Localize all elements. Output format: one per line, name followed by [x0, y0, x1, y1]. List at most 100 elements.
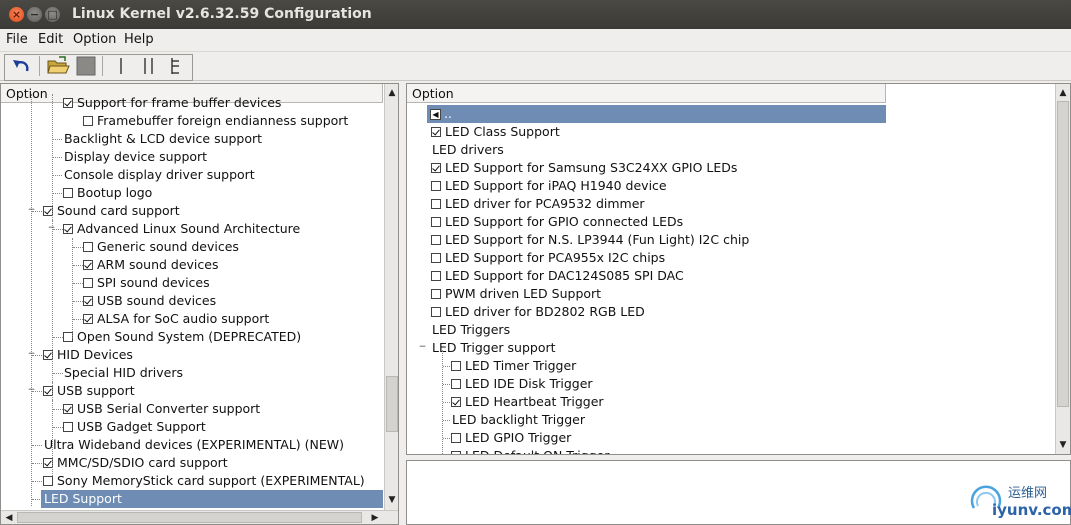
vertical-scrollbar[interactable]: ▲ ▼ — [1055, 84, 1070, 454]
checkbox[interactable] — [451, 379, 461, 389]
tree-row[interactable]: LED driver for BD2802 RGB LED — [407, 303, 787, 321]
tree-row[interactable]: LED Support — [1, 490, 383, 508]
collapse-icon[interactable]: − — [418, 343, 427, 352]
checkbox[interactable] — [431, 307, 441, 317]
save-icon[interactable] — [74, 55, 98, 77]
tree-row[interactable]: LED Support for GPIO connected LEDs — [407, 213, 787, 231]
tree-row[interactable]: LED Support for iPAQ H1940 device — [407, 177, 787, 195]
tree-row[interactable]: LED Timer Trigger — [407, 357, 787, 375]
parent-arrow-icon[interactable]: ◀ — [430, 109, 441, 120]
scroll-up-icon[interactable]: ▲ — [385, 86, 398, 100]
checkbox[interactable] — [431, 253, 441, 263]
tree-row[interactable]: LED Heartbeat Trigger — [407, 393, 787, 411]
tree-row[interactable]: LED Support for N.S. LP3944 (Fun Light) … — [407, 231, 787, 249]
scroll-down-icon[interactable]: ▼ — [385, 493, 398, 507]
checkbox[interactable] — [431, 235, 441, 245]
checkbox[interactable] — [63, 224, 73, 234]
tree-row[interactable]: LED Support for Samsung S3C24XX GPIO LED… — [407, 159, 787, 177]
tree-row[interactable]: LED Support for DAC124S085 SPI DAC — [407, 267, 787, 285]
tree-row[interactable]: ARM sound devices — [1, 256, 381, 274]
tree-row[interactable]: LED GPIO Trigger — [407, 429, 787, 447]
minimize-window-button[interactable]: − — [27, 7, 42, 22]
option-label: LED backlight Trigger — [452, 412, 585, 427]
tree-row[interactable]: LED Triggers — [407, 321, 787, 339]
checkbox[interactable] — [83, 116, 93, 126]
tree-row[interactable]: SPI sound devices — [1, 274, 381, 292]
checkbox[interactable] — [451, 451, 461, 454]
checkbox[interactable] — [431, 127, 441, 137]
tree-row[interactable]: Generic sound devices — [1, 238, 381, 256]
scroll-thumb[interactable] — [1057, 101, 1069, 407]
collapse-icon[interactable]: − — [27, 350, 36, 359]
horizontal-scrollbar[interactable]: ◀ ▶ — [1, 510, 398, 524]
open-folder-icon[interactable] — [45, 55, 71, 77]
vertical-scrollbar[interactable]: ▲ ▼ — [384, 84, 398, 510]
collapse-icon[interactable]: − — [27, 386, 36, 395]
column-header-option[interactable]: Option — [407, 84, 886, 103]
tree-row[interactable]: LED Support for PCA955x I2C chips — [407, 249, 787, 267]
tree-row[interactable]: HID Devices — [1, 346, 381, 364]
checkbox[interactable] — [431, 217, 441, 227]
single-view-icon[interactable] — [112, 55, 130, 77]
checkbox[interactable] — [431, 199, 441, 209]
tree-guide-line — [443, 438, 450, 439]
checkbox[interactable] — [63, 98, 73, 108]
checkbox[interactable] — [83, 314, 93, 324]
tree-row[interactable]: Framebuffer foreign endianness support — [1, 112, 381, 130]
tree-row[interactable]: ALSA for SoC audio support — [1, 310, 381, 328]
checkbox[interactable] — [83, 278, 93, 288]
tree-row[interactable]: Support for frame buffer devices — [1, 94, 381, 112]
checkbox[interactable] — [43, 476, 53, 486]
checkbox[interactable] — [83, 296, 93, 306]
scroll-up-icon[interactable]: ▲ — [1056, 86, 1070, 100]
split-view-icon[interactable] — [139, 55, 159, 77]
checkbox[interactable] — [83, 260, 93, 270]
scroll-thumb[interactable] — [386, 376, 398, 432]
scroll-right-icon[interactable]: ▶ — [368, 511, 382, 524]
checkbox[interactable] — [431, 271, 441, 281]
option-label: Backlight & LCD device support — [64, 131, 263, 146]
maximize-window-button[interactable]: □ — [45, 7, 60, 22]
collapse-icon[interactable]: − — [47, 224, 56, 233]
tree-row[interactable]: Sony MemoryStick card support (EXPERIMEN… — [1, 472, 381, 490]
menu-file[interactable]: File — [6, 32, 28, 47]
tree-row[interactable]: Sound card support — [1, 202, 381, 220]
back-icon[interactable] — [9, 55, 35, 77]
tree-guide-line — [52, 400, 53, 420]
scroll-down-icon[interactable]: ▼ — [1056, 438, 1070, 452]
tree-row[interactable]: LED Class Support — [407, 123, 787, 141]
checkbox[interactable] — [431, 163, 441, 173]
tree-row[interactable]: LED backlight Trigger — [407, 411, 787, 429]
tree-row[interactable]: LED Trigger support — [407, 339, 787, 357]
tree-row[interactable]: LED drivers — [407, 141, 787, 159]
checkbox[interactable] — [451, 361, 461, 371]
checkbox[interactable] — [63, 404, 73, 414]
tree-row[interactable]: USB support — [1, 382, 381, 400]
checkbox[interactable] — [451, 397, 461, 407]
full-view-icon[interactable] — [166, 55, 186, 77]
tree-row[interactable]: LED Default ON Trigger — [407, 447, 787, 454]
parent-row[interactable]: ◀.. — [427, 105, 886, 123]
close-window-button[interactable]: × — [9, 7, 24, 22]
tree-row[interactable]: LED IDE Disk Trigger — [407, 375, 787, 393]
scroll-left-icon[interactable]: ◀ — [2, 511, 16, 524]
option-label: LED GPIO Trigger — [465, 430, 572, 445]
checkbox[interactable] — [431, 181, 441, 191]
tree-row[interactable]: PWM driven LED Support — [407, 285, 787, 303]
checkbox[interactable] — [431, 289, 441, 299]
checkbox[interactable] — [63, 422, 73, 432]
menu-help[interactable]: Help — [124, 32, 154, 47]
checkbox[interactable] — [63, 188, 73, 198]
menu-option[interactable]: Option — [73, 32, 116, 47]
tree-row[interactable]: USB sound devices — [1, 292, 381, 310]
checkbox[interactable] — [83, 242, 93, 252]
tree-row[interactable]: Ultra Wideband devices (EXPERIMENTAL) (N… — [1, 436, 381, 454]
collapse-icon[interactable]: − — [27, 206, 36, 215]
option-label: USB Gadget Support — [77, 419, 206, 434]
tree-guide-line — [52, 157, 62, 158]
tree-row[interactable]: MMC/SD/SDIO card support — [1, 454, 381, 472]
scroll-thumb[interactable] — [17, 512, 362, 523]
checkbox[interactable] — [451, 433, 461, 443]
tree-row[interactable]: LED driver for PCA9532 dimmer — [407, 195, 787, 213]
menu-edit[interactable]: Edit — [38, 32, 63, 47]
